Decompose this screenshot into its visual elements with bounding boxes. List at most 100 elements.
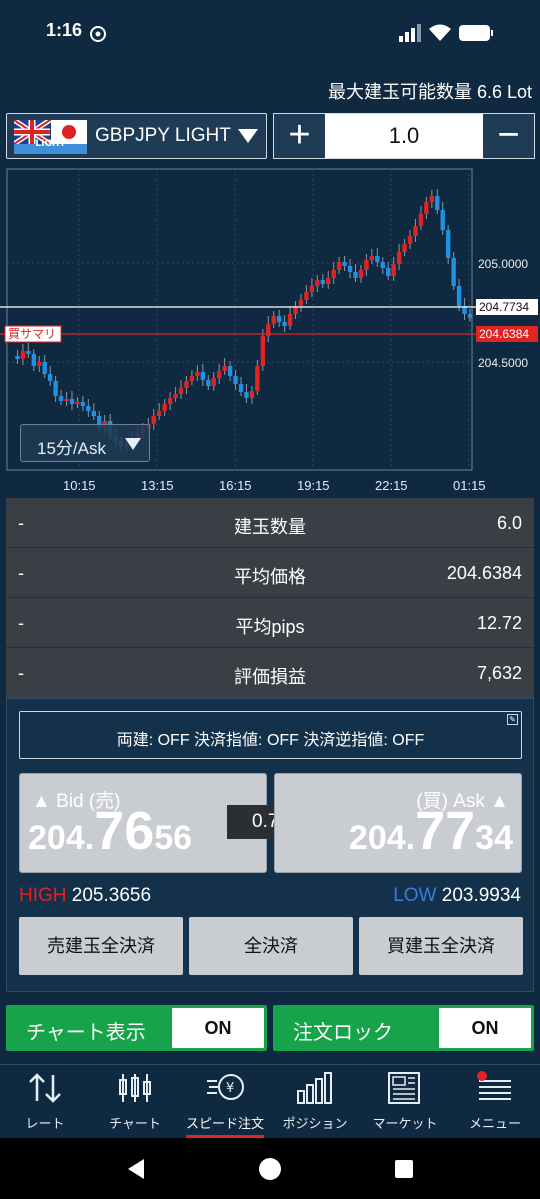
interval-selector[interactable]: 15分/Ask: [20, 424, 150, 462]
summary-key: 評価損益: [234, 667, 306, 687]
candle: [407, 236, 413, 244]
battery-icon: [459, 25, 493, 41]
candle: [386, 268, 391, 276]
menu-icon: [477, 1071, 511, 1100]
toggle-label: 注文ロック: [293, 1022, 393, 1044]
high-value: 205.3656: [71, 885, 152, 906]
order-settings-text: 両建: OFF 決済指値: OFF 決済逆指値: OFF: [116, 732, 425, 749]
ask-price-big-figure: 204.: [348, 819, 416, 857]
low-price: LOW 203.9934: [393, 885, 521, 907]
signal-icon: [399, 24, 421, 42]
order-panel: 両建: OFF 決済指値: OFF 決済逆指値: OFF ✎ ▲ Bid (売)…: [6, 698, 534, 992]
close-all-button[interactable]: 全決済: [189, 917, 353, 975]
quantity-input[interactable]: 1.0: [325, 114, 483, 158]
candle: [47, 374, 53, 381]
summary-row: - 建玉数量 6.0: [6, 498, 534, 548]
high-label: HIGH: [19, 885, 67, 906]
candle: [69, 399, 75, 404]
nav-label: ポジション: [282, 1116, 348, 1131]
nav-item-rate[interactable]: レート: [0, 1065, 90, 1139]
home-icon[interactable]: [258, 1157, 282, 1181]
increase-button[interactable]: +: [274, 114, 325, 158]
candle: [402, 244, 407, 252]
flag-caption: LIGHT: [35, 139, 66, 149]
candle: [26, 351, 31, 354]
chart-display-toggle[interactable]: チャート表示 ON: [6, 1005, 267, 1051]
bid-price: 204.7656: [28, 800, 192, 862]
candle: [347, 266, 353, 272]
system-nav-bar: [0, 1138, 540, 1199]
decrease-button[interactable]: −: [483, 114, 534, 158]
candle: [364, 260, 369, 270]
time-label: 16:15: [219, 478, 252, 493]
candle: [244, 392, 249, 398]
summary-row: - 評価損益 7,632: [6, 648, 534, 698]
current-price-tag: 204.7734: [479, 300, 529, 314]
close-buy-positions-button[interactable]: 買建玉全決済: [359, 917, 523, 975]
summary-row: - 平均価格 204.6384: [6, 548, 534, 598]
close-sell-positions-button[interactable]: 売建玉全決済: [19, 917, 183, 975]
candle: [200, 372, 206, 380]
candle: [380, 262, 385, 268]
time-label: 10:15: [63, 478, 96, 493]
candle: [336, 262, 342, 270]
edit-icon[interactable]: ✎: [507, 714, 518, 725]
candle: [189, 376, 195, 381]
candle: [222, 366, 227, 371]
candle: [282, 322, 287, 326]
candle: [211, 378, 216, 386]
toggle-label: チャート表示: [26, 1022, 146, 1044]
candle: [86, 406, 91, 411]
nav-label: マーケット: [372, 1116, 438, 1131]
candle: [151, 416, 156, 424]
nav-item-speed-order[interactable]: ¥ スピード注文: [180, 1065, 270, 1139]
candle: [167, 398, 173, 404]
bid-price-pips: 76: [94, 801, 155, 861]
candle: [445, 230, 451, 258]
candle: [315, 280, 320, 286]
recents-icon[interactable]: [394, 1159, 414, 1179]
ask-buy-button[interactable]: (買) Ask ▲ 204.7734: [274, 773, 522, 873]
symbol-selector[interactable]: LIGHT GBPJPY LIGHT: [6, 113, 267, 159]
low-value: 203.9934: [441, 885, 521, 906]
toggle-switch[interactable]: ON: [172, 1008, 264, 1048]
order-settings-banner[interactable]: 両建: OFF 決済指値: OFF 決済逆指値: OFF ✎: [19, 711, 522, 759]
candle: [233, 376, 238, 384]
candle: [375, 256, 380, 262]
time-label: 19:15: [297, 478, 330, 493]
candle: [331, 270, 336, 278]
status-bar: 1:16: [0, 0, 540, 68]
quantity-stepper[interactable]: + 1.0 −: [273, 113, 535, 159]
wifi-icon: [429, 24, 451, 41]
candlestick-icon: [119, 1074, 151, 1102]
rate-arrows-icon: [29, 1073, 61, 1103]
candle: [396, 252, 402, 264]
toggle-switch[interactable]: ON: [439, 1008, 531, 1048]
candle: [249, 391, 255, 398]
summary-key: 建玉数量: [234, 517, 306, 537]
nav-item-chart[interactable]: チャート: [90, 1065, 180, 1139]
nav-item-market[interactable]: マーケット: [360, 1065, 450, 1139]
candle: [80, 402, 86, 406]
ask-price: 204.7734: [349, 800, 513, 862]
candle: [467, 314, 473, 318]
candle: [238, 384, 244, 392]
candle: [216, 371, 222, 378]
summary-value: 7,632: [476, 663, 522, 683]
candle: [440, 210, 445, 230]
speed-order-icon: ¥: [207, 1074, 244, 1100]
candle: [15, 356, 20, 359]
candle: [391, 264, 396, 276]
candle: [91, 411, 96, 416]
summary-row: - 平均pips 12.72: [6, 598, 534, 648]
back-icon[interactable]: [124, 1157, 148, 1181]
candle: [424, 202, 429, 214]
nav-item-menu[interactable]: メニュー: [450, 1065, 540, 1139]
candle: [320, 280, 325, 284]
order-lock-toggle[interactable]: 注文ロック ON: [273, 1005, 534, 1051]
nav-item-position[interactable]: ポジション: [270, 1065, 360, 1139]
candle: [435, 196, 440, 210]
candle: [53, 381, 58, 396]
position-bars-icon: [297, 1072, 332, 1104]
summary-value: 6.0: [496, 513, 522, 533]
